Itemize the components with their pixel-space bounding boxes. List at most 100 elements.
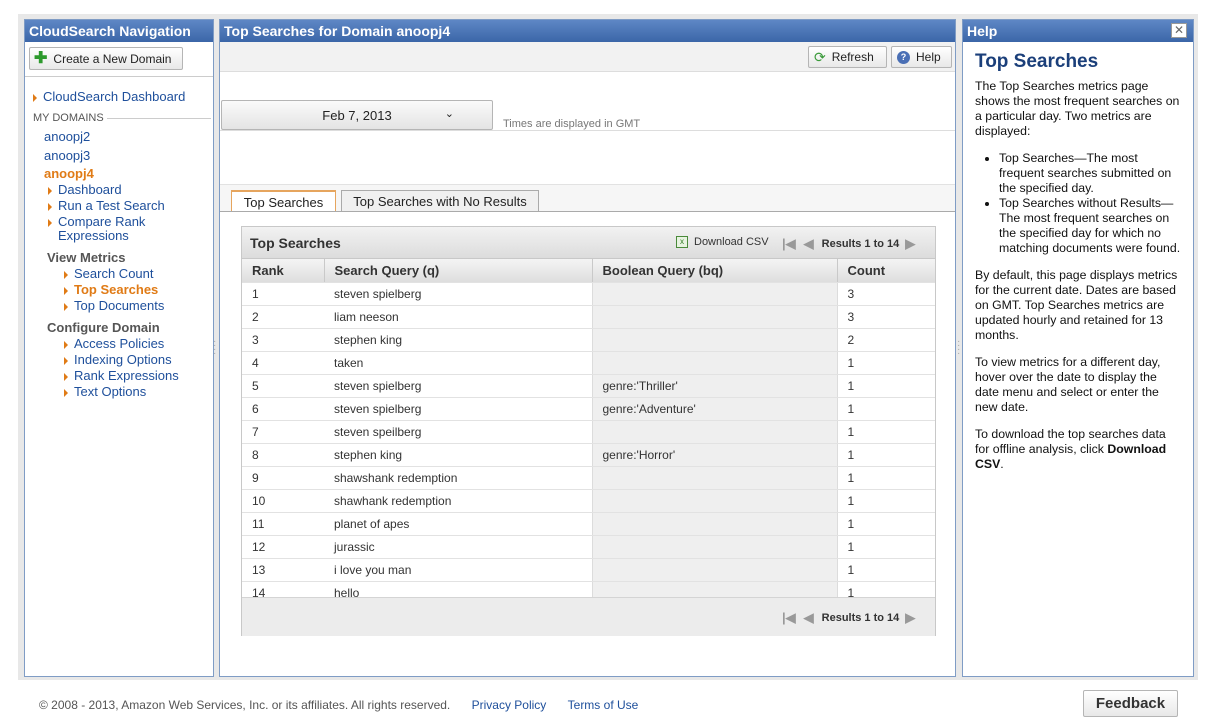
terms-of-use-link[interactable]: Terms of Use (568, 698, 639, 712)
close-icon[interactable]: ✕ (1171, 23, 1187, 38)
nav-top-documents[interactable]: Top Documents (64, 299, 164, 313)
table-row[interactable]: 2 liam neeson 3 (242, 305, 935, 329)
cell-count: 1 (837, 466, 935, 490)
cell-search-query: taken (324, 351, 592, 375)
help-button[interactable]: ? Help (891, 46, 952, 68)
nav-top-searches-active[interactable]: Top Searches (64, 283, 158, 297)
prev-page-icon[interactable]: ◀ (804, 236, 814, 252)
table-row[interactable]: 8 stephen king genre:'Horror' 1 (242, 443, 935, 467)
resize-handle-right[interactable]: · · · · (957, 337, 961, 359)
create-domain-button[interactable]: ✚ Create a New Domain (29, 47, 183, 70)
domain-link-anoopj2[interactable]: anoopj2 (44, 130, 90, 144)
resize-handle-left[interactable]: · · · · (213, 337, 217, 359)
cell-search-query: steven spielberg (324, 397, 592, 421)
col-count[interactable]: Count (837, 259, 935, 283)
table-row[interactable]: 7 steven speilberg 1 (242, 420, 935, 444)
cell-boolean-query (591, 420, 838, 444)
nav-compare-rank[interactable]: Compare Rank Expressions (48, 215, 168, 243)
gmt-note: Times are displayed in GMT (503, 118, 641, 130)
nav-indexing-options[interactable]: Indexing Options (64, 353, 172, 367)
cell-count: 2 (837, 328, 935, 352)
help-paragraph: By default, this page displays metrics f… (975, 268, 1178, 342)
nav-dashboard-link[interactable]: CloudSearch Dashboard (33, 90, 185, 104)
cell-count: 1 (837, 443, 935, 467)
col-boolean-query[interactable]: Boolean Query (bq) (592, 259, 838, 283)
first-page-icon[interactable]: |◀ (782, 610, 796, 626)
copyright: © 2008 - 2013, Amazon Web Services, Inc.… (39, 698, 451, 712)
tab-top-searches[interactable]: Top Searches (231, 190, 336, 212)
view-metrics-heading: View Metrics (47, 250, 126, 265)
date-selector[interactable]: Feb 7, 2013 ⌄ (221, 100, 493, 130)
footer: © 2008 - 2013, Amazon Web Services, Inc.… (39, 698, 638, 712)
caret-icon (48, 186, 52, 195)
col-rank[interactable]: Rank (242, 259, 325, 283)
cell-count: 1 (837, 397, 935, 421)
cell-boolean-query (591, 328, 838, 352)
spreadsheet-icon: x (676, 236, 688, 248)
date-value: Feb 7, 2013 (322, 107, 392, 123)
grid-footer: |◀ ◀ Results 1 to 14 ▶ (242, 597, 935, 636)
cell-search-query: liam neeson (324, 305, 592, 329)
table-row[interactable]: 10 shawhank redemption 1 (242, 489, 935, 513)
help-heading: Top Searches (975, 51, 1099, 72)
cell-search-query: steven spielberg (324, 282, 592, 306)
divider (220, 130, 955, 131)
table-row[interactable]: 3 stephen king 2 (242, 328, 935, 352)
tab-top-searches-no-results[interactable]: Top Searches with No Results (341, 190, 539, 212)
caret-icon (64, 372, 68, 381)
main-panel: Top Searches for Domain anoopj4 ⟳ Refresh… (219, 19, 956, 677)
table-row[interactable]: 1 steven spielberg 3 (242, 282, 935, 306)
my-domains-label: MY DOMAINS (33, 112, 104, 124)
cell-boolean-query: genre:'Adventure' (591, 397, 838, 421)
caret-icon (48, 218, 52, 227)
table-row[interactable]: 12 jurassic 1 (242, 535, 935, 559)
cell-count: 1 (837, 420, 935, 444)
pager-top: |◀ ◀ Results 1 to 14 ▶ (782, 236, 915, 252)
caret-icon (33, 93, 37, 102)
nav-access-policies[interactable]: Access Policies (64, 337, 164, 351)
feedback-button[interactable]: Feedback (1083, 690, 1178, 717)
cell-rank: 1 (242, 282, 324, 306)
caret-icon (64, 356, 68, 365)
cell-boolean-query (591, 489, 838, 513)
help-icon: ? (897, 50, 910, 64)
cell-boolean-query (591, 351, 838, 375)
nav-rank-expressions[interactable]: Rank Expressions (64, 369, 179, 383)
nav-run-test-search[interactable]: Run a Test Search (48, 199, 165, 213)
privacy-policy-link[interactable]: Privacy Policy (472, 698, 547, 712)
nav-domain-dashboard[interactable]: Dashboard (48, 183, 122, 197)
table-row[interactable]: 9 shawshank redemption 1 (242, 466, 935, 490)
download-csv-link[interactable]: x Download CSV (676, 236, 769, 248)
cell-rank: 5 (242, 374, 324, 398)
cell-rank: 13 (242, 558, 324, 582)
col-search-query[interactable]: Search Query (q) (324, 259, 593, 283)
table-row[interactable]: 13 i love you man 1 (242, 558, 935, 582)
refresh-icon: ⟳ (814, 48, 826, 65)
cell-rank: 3 (242, 328, 324, 352)
domain-link-anoopj4-active[interactable]: anoopj4 (44, 167, 94, 181)
nav-search-count[interactable]: Search Count (64, 267, 154, 281)
next-page-icon[interactable]: ▶ (905, 236, 915, 252)
table-row[interactable]: 4 taken 1 (242, 351, 935, 375)
configure-domain-heading: Configure Domain (47, 320, 160, 335)
table-row[interactable]: 5 steven spielberg genre:'Thriller' 1 (242, 374, 935, 398)
domain-link-anoopj3[interactable]: anoopj3 (44, 149, 90, 163)
help-paragraph: To download the top searches data for of… (975, 427, 1167, 471)
caret-icon (48, 202, 52, 211)
app-root: CloudSearch Navigation ✚ Create a New Do… (0, 0, 1216, 723)
cell-count: 1 (837, 512, 935, 536)
prev-page-icon[interactable]: ◀ (804, 610, 814, 626)
cell-search-query: steven speilberg (324, 420, 592, 444)
nav-title: CloudSearch Navigation (25, 20, 213, 42)
cell-count: 1 (837, 558, 935, 582)
table-row[interactable]: 11 planet of apes 1 (242, 512, 935, 536)
next-page-icon[interactable]: ▶ (905, 610, 915, 626)
cell-boolean-query: genre:'Horror' (591, 443, 838, 467)
cell-rank: 8 (242, 443, 324, 467)
cell-boolean-query (591, 535, 838, 559)
first-page-icon[interactable]: |◀ (782, 236, 796, 252)
nav-text-options[interactable]: Text Options (64, 385, 146, 399)
caret-icon (64, 286, 68, 295)
table-row[interactable]: 6 steven spielberg genre:'Adventure' 1 (242, 397, 935, 421)
refresh-button[interactable]: ⟳ Refresh (808, 46, 887, 68)
